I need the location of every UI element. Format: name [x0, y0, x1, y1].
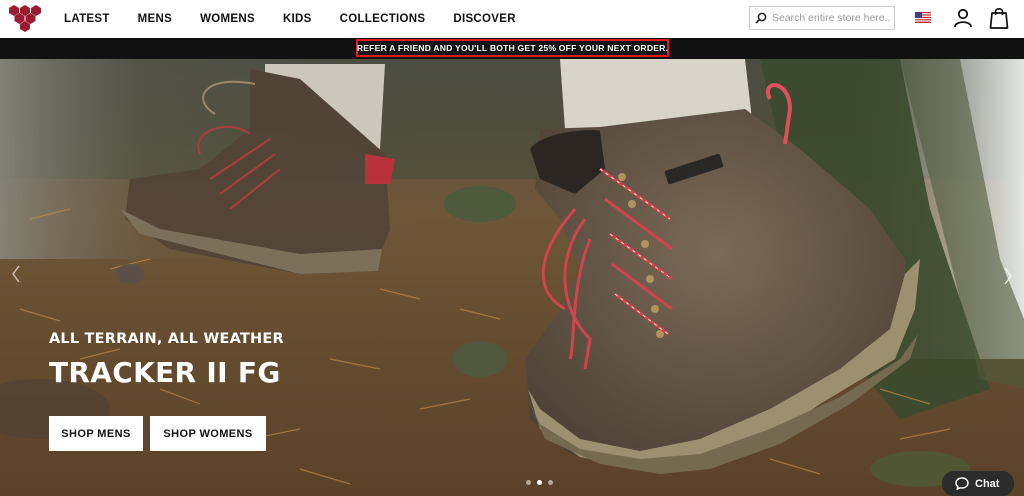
promo-link[interactable]: REFER A FRIEND AND YOU'LL BOTH GET 25% O… [356, 39, 669, 57]
slide-dot[interactable] [548, 480, 553, 485]
shopping-bag-icon[interactable] [989, 7, 1009, 29]
chevron-right-icon[interactable] [1002, 266, 1014, 286]
nav-mens[interactable]: MENS [138, 13, 172, 25]
search-box [749, 6, 895, 30]
promo-bar: REFER A FRIEND AND YOU'LL BOTH GET 25% O… [0, 38, 1024, 59]
search-input[interactable] [772, 12, 890, 24]
chat-label: Chat [975, 477, 1000, 490]
chevron-left-icon[interactable] [10, 264, 22, 284]
shop-mens-button[interactable]: SHOP MENS [49, 416, 143, 451]
site-header: LATEST MENS WOMENS KIDS COLLECTIONS DISC… [0, 0, 1024, 38]
nav-womens[interactable]: WOMENS [200, 13, 255, 25]
user-icon[interactable] [953, 8, 973, 28]
us-flag-icon[interactable] [915, 12, 931, 23]
hero-banner: ALL TERRAIN, ALL WEATHER TRACKER II FG S… [0, 59, 1024, 496]
search-icon[interactable] [750, 7, 772, 29]
shop-womens-button[interactable]: SHOP WOMENS [150, 416, 266, 451]
nav-discover[interactable]: DISCOVER [453, 13, 515, 25]
hero-subtitle: ALL TERRAIN, ALL WEATHER [49, 331, 284, 347]
slide-dot-active[interactable] [537, 480, 542, 485]
hero-title: TRACKER II FG [49, 356, 281, 389]
chat-bubble-icon [955, 477, 969, 490]
promo-text: REFER A FRIEND AND YOU'LL BOTH GET 25% O… [356, 43, 669, 53]
slide-dot[interactable] [526, 480, 531, 485]
main-nav: LATEST MENS WOMENS KIDS COLLECTIONS DISC… [64, 0, 544, 38]
vivobarefoot-logo-icon[interactable] [9, 4, 41, 32]
nav-collections[interactable]: COLLECTIONS [340, 13, 426, 25]
nav-kids[interactable]: KIDS [283, 13, 312, 25]
slide-dots [526, 480, 559, 485]
nav-latest[interactable]: LATEST [64, 13, 110, 25]
chat-button[interactable]: Chat [942, 471, 1014, 496]
